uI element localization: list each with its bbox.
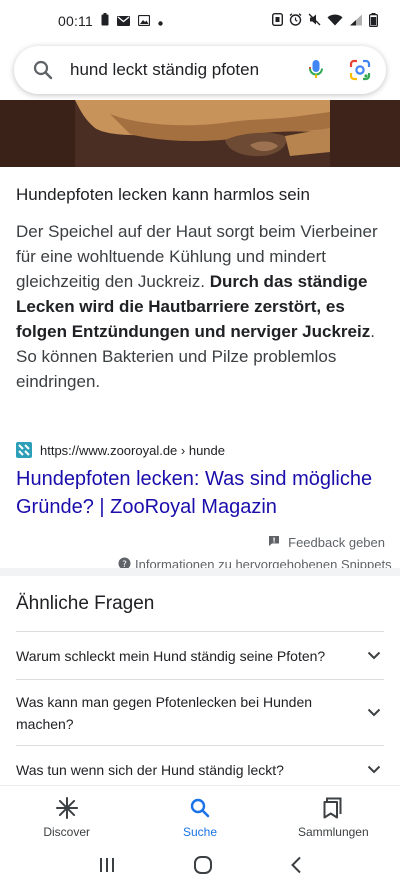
related-question-text[interactable]: Was kann man gegen Pfotenlecken bei Hund… xyxy=(16,691,364,735)
svg-text:?: ? xyxy=(122,560,127,568)
nav-collections[interactable]: Sammlungen xyxy=(267,786,400,845)
related-question-text[interactable]: Warum schleckt mein Hund ständig seine P… xyxy=(16,645,341,667)
lens-camera-icon[interactable] xyxy=(348,58,372,82)
home-icon[interactable] xyxy=(193,855,213,880)
result-title-link[interactable]: Hundepfoten lecken: Was sind mögliche Gr… xyxy=(16,465,388,521)
chevron-down-icon[interactable] xyxy=(364,703,384,723)
mute-icon xyxy=(308,13,321,29)
search-input[interactable]: hund leckt ständig pfoten xyxy=(70,60,304,80)
feedback-label[interactable]: Feedback geben xyxy=(288,535,385,550)
zooroyal-favicon-icon xyxy=(16,442,32,458)
nfc-icon xyxy=(271,12,284,29)
system-navigation xyxy=(0,845,400,889)
microphone-icon[interactable] xyxy=(304,58,328,82)
collections-icon xyxy=(323,796,343,820)
dot-icon xyxy=(158,13,163,29)
nav-search-label[interactable]: Suche xyxy=(183,825,217,839)
related-question-item[interactable]: Warum schleckt mein Hund ständig seine P… xyxy=(16,631,384,679)
recent-apps-icon[interactable] xyxy=(98,857,116,878)
status-bar: 00:11 xyxy=(0,0,400,42)
related-question-text[interactable]: Was tun wenn sich der Hund ständig leckt… xyxy=(16,759,300,781)
wifi-icon xyxy=(327,13,343,29)
signal-icon xyxy=(349,13,363,29)
snippet-image[interactable] xyxy=(0,100,400,167)
chevron-down-icon[interactable] xyxy=(364,646,384,666)
battery-icon xyxy=(369,12,379,30)
snippet-text: Der Speichel auf der Haut sorgt beim Vie… xyxy=(16,219,386,394)
related-questions-list: Warum schleckt mein Hund ständig seine P… xyxy=(16,631,384,793)
mail-icon xyxy=(117,13,130,29)
discover-icon xyxy=(55,796,78,820)
search-bar[interactable]: hund leckt ständig pfoten xyxy=(14,46,386,94)
image-icon xyxy=(137,13,151,29)
search-icon[interactable] xyxy=(32,59,54,81)
feedback-button[interactable]: Feedback geben xyxy=(268,535,385,550)
section-divider xyxy=(0,568,400,576)
bottom-navigation: Discover Suche Sammlungen xyxy=(0,785,400,845)
back-icon[interactable] xyxy=(290,856,302,879)
alarm-icon xyxy=(289,13,302,29)
featured-snippet: Hundepfoten lecken kann harmlos sein Der… xyxy=(16,183,386,394)
chevron-down-icon[interactable] xyxy=(364,760,384,780)
nav-discover-label[interactable]: Discover xyxy=(43,825,90,839)
battery-saver-icon xyxy=(101,13,109,29)
source-url[interactable]: https://www.zooroyal.de › hunde xyxy=(40,443,225,458)
nav-search[interactable]: Suche xyxy=(133,786,266,845)
related-question-item[interactable]: Was kann man gegen Pfotenlecken bei Hund… xyxy=(16,679,384,745)
feedback-icon xyxy=(268,535,280,550)
snippet-heading: Hundepfoten lecken kann harmlos sein xyxy=(16,185,310,204)
nav-collections-label[interactable]: Sammlungen xyxy=(298,825,369,839)
help-icon: ? xyxy=(118,557,131,568)
related-questions-title: Ähnliche Fragen xyxy=(16,593,155,614)
source-row[interactable]: https://www.zooroyal.de › hunde xyxy=(16,442,225,458)
status-time: 00:11 xyxy=(58,13,93,29)
snippet-info-label[interactable]: Informationen zu hervorgehobenen Snippet… xyxy=(135,557,392,568)
search-icon xyxy=(190,796,210,820)
snippet-info-link[interactable]: ? Informationen zu hervorgehobenen Snipp… xyxy=(118,557,392,568)
nav-discover[interactable]: Discover xyxy=(0,786,133,845)
